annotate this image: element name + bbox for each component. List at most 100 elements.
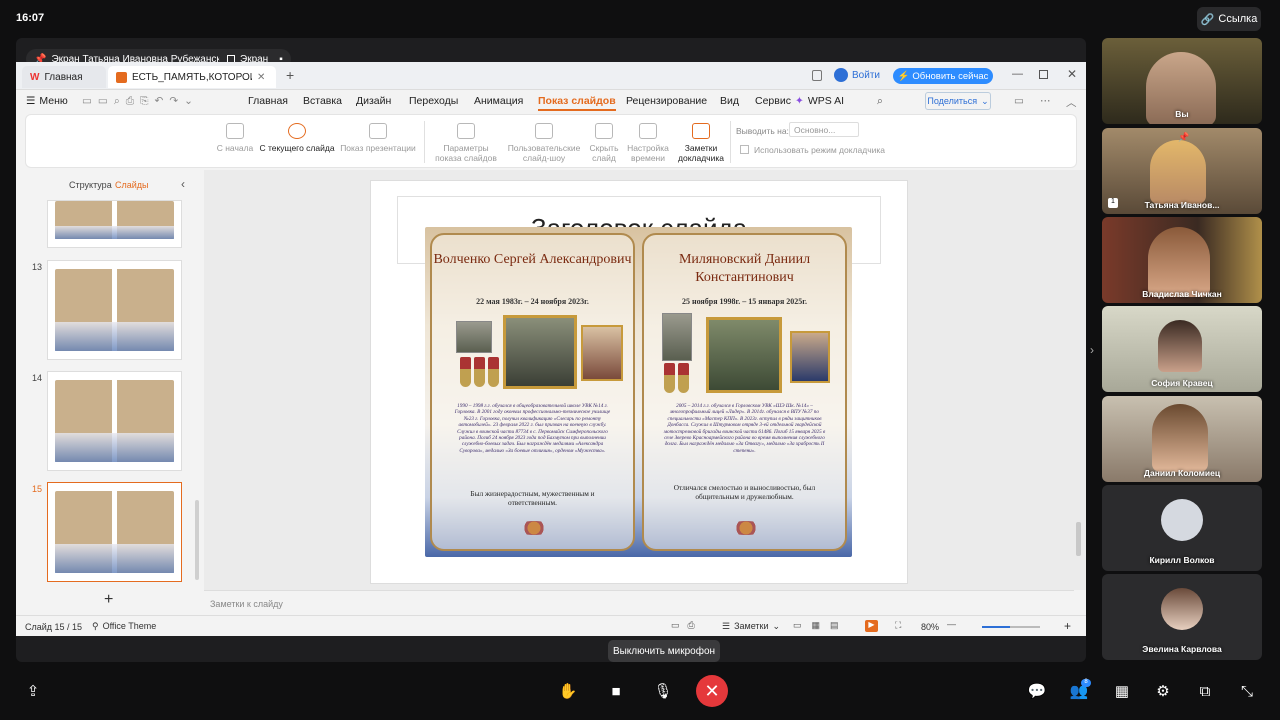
- menu-button[interactable]: ☰ Меню: [26, 95, 68, 107]
- panel-scrollbar[interactable]: [195, 500, 199, 580]
- ribbon-tab-animation[interactable]: Анимация: [474, 95, 523, 107]
- ribbon-tab-design[interactable]: Дизайн: [356, 95, 391, 107]
- tab-document-label: ЕСТЬ_ПАМЯТЬ,КОТОРОЙ_НЕ_: [132, 71, 252, 83]
- participant-name: Кирилл Волков: [1149, 555, 1215, 565]
- wps-logo-icon: W: [30, 71, 40, 83]
- tab-document[interactable]: ЕСТЬ_ПАМЯТЬ,КОТОРОЙ_НЕ_ ✕: [108, 66, 276, 88]
- canvas-scrollbar[interactable]: [1076, 522, 1081, 556]
- show-presentation-button[interactable]: Показ презентации: [338, 123, 418, 153]
- fit-window-icon[interactable]: ⛶: [895, 620, 901, 631]
- clock: 16:07: [16, 12, 45, 24]
- from-current-button[interactable]: С текущего слайда: [259, 123, 335, 153]
- end-call-button[interactable]: ✕: [696, 675, 728, 707]
- wps-ai-button[interactable]: ✦ WPS AI: [795, 95, 844, 107]
- add-slide-button[interactable]: +: [104, 591, 113, 609]
- zoom-out-icon[interactable]: —: [947, 619, 956, 629]
- zoom-slider[interactable]: [982, 626, 1040, 628]
- ribbon-tab-home[interactable]: Главная: [248, 95, 288, 107]
- minimize-button[interactable]: —: [1012, 68, 1023, 80]
- slideshow-settings-button[interactable]: Параметры показа слайдов: [430, 123, 502, 163]
- raise-hand-icon[interactable]: ✋: [557, 682, 579, 700]
- slide-thumbnail-15[interactable]: [47, 482, 182, 582]
- participant-name: Даниил Коломиец: [1143, 468, 1221, 478]
- slide-thumbnail-14[interactable]: [47, 371, 182, 471]
- chat-icon[interactable]: 💬: [1026, 682, 1048, 700]
- custom-show-button[interactable]: Пользовательские слайд-шоу: [506, 123, 582, 163]
- close-tab-icon[interactable]: ✕: [257, 72, 265, 83]
- output-label: Выводить на:: [736, 126, 789, 136]
- grid-layout-icon[interactable]: ▦: [1111, 682, 1133, 700]
- notes-field[interactable]: Заметки к слайду: [204, 590, 1074, 615]
- comment-icon[interactable]: ▭: [1014, 95, 1024, 107]
- collapse-panel-icon[interactable]: ‹: [181, 177, 185, 191]
- timing-button[interactable]: Настройка времени: [625, 123, 671, 163]
- play-slideshow-icon[interactable]: ▶: [865, 620, 878, 632]
- show-presentation-label: Показ презентации: [340, 143, 416, 153]
- participant-name: Эвелина Карвлова: [1142, 644, 1222, 654]
- ribbon-tab-slideshow[interactable]: Показ слайдов: [538, 95, 616, 111]
- picture-in-picture-icon[interactable]: ⧉: [1194, 682, 1216, 700]
- camera-icon[interactable]: ■: [605, 682, 627, 700]
- settings-gear-icon[interactable]: ⚙: [1152, 682, 1174, 700]
- ribbon-tab-view[interactable]: Вид: [720, 95, 739, 107]
- update-now-button[interactable]: ⚡ Обновить сейчас: [893, 68, 993, 84]
- more-icon[interactable]: ⋯: [1040, 95, 1051, 107]
- view-mode-icons[interactable]: ▭▦▤: [793, 620, 849, 631]
- copy-link-button[interactable]: 🔗 Ссылка: [1197, 7, 1261, 31]
- speaker-notes-button[interactable]: Заметки докладчика: [676, 123, 726, 163]
- notes-lines-icon: ☰: [722, 621, 731, 631]
- collapse-ribbon-icon[interactable]: ︿: [1066, 95, 1077, 110]
- poster-right-main-photo: [706, 317, 782, 393]
- close-window-button[interactable]: ✕: [1067, 67, 1077, 81]
- zoom-level[interactable]: 80%: [921, 622, 939, 632]
- poster-right-small-photo: [662, 313, 692, 361]
- presenter-mode-checkbox[interactable]: [740, 145, 749, 154]
- notes-toggle-label: Заметки: [734, 621, 769, 631]
- ribbon-tab-transitions[interactable]: Переходы: [409, 95, 458, 107]
- login-link[interactable]: Войти: [852, 70, 880, 81]
- chevron-down-icon: ⌄: [981, 95, 989, 106]
- tab-structure[interactable]: Структура: [69, 180, 112, 190]
- microphone-icon[interactable]: 🎙: [652, 682, 674, 700]
- participant-tile[interactable]: Даниил Коломиец: [1102, 396, 1262, 482]
- slide-thumbnail-12[interactable]: [47, 200, 182, 248]
- share-screen-icon[interactable]: ⇪: [22, 682, 44, 700]
- expand-panel-icon[interactable]: ›: [1090, 343, 1094, 357]
- minimize-icon[interactable]: ⤡: [1236, 682, 1258, 700]
- zoom-in-icon[interactable]: +: [1064, 619, 1071, 633]
- presenter-mode-label: Использовать режим докладчика: [754, 145, 886, 155]
- theme-indicator[interactable]: ⚲ Office Theme: [92, 621, 156, 632]
- window-mode-icon[interactable]: [812, 70, 822, 81]
- participant-tile[interactable]: Эвелина Карвлова: [1102, 574, 1262, 660]
- participant-tile-presenter[interactable]: 1 📌 Татьяна Иванов...: [1102, 128, 1262, 214]
- slide-number-13: 13: [32, 262, 43, 272]
- participant-tile-self[interactable]: Вы: [1102, 38, 1262, 124]
- tab-slides[interactable]: Слайды: [115, 180, 149, 190]
- tab-home[interactable]: W Главная: [22, 66, 106, 88]
- search-icon[interactable]: ⌕: [877, 95, 883, 108]
- participant-name: София Кравец: [1151, 378, 1213, 388]
- output-select[interactable]: Основно...: [789, 122, 859, 137]
- ribbon-tab-tools[interactable]: Сервис: [755, 95, 791, 107]
- new-tab-button[interactable]: +: [286, 67, 294, 83]
- ribbon-tab-insert[interactable]: Вставка: [303, 95, 342, 107]
- participant-video: [1152, 404, 1208, 472]
- restore-button[interactable]: [1039, 70, 1048, 79]
- hide-slide-button[interactable]: Скрыть слайд: [587, 123, 621, 163]
- ribbon-panel: С начала С текущего слайда Показ презент…: [25, 114, 1077, 168]
- participant-tile[interactable]: Владислав Чичкан: [1102, 217, 1262, 303]
- status-view-icons[interactable]: ▭⎙: [671, 620, 703, 631]
- poster-right-bio: 2005 – 2014 г.г. обучался в Горловском У…: [663, 403, 826, 454]
- notes-toggle[interactable]: ☰ Заметки ⌄: [722, 621, 780, 632]
- participant-tile[interactable]: София Кравец: [1102, 306, 1262, 392]
- slide-thumbnail-13[interactable]: [47, 260, 182, 360]
- link-icon: 🔗: [1200, 13, 1215, 26]
- share-doc-button[interactable]: Поделиться ⌄: [925, 92, 991, 110]
- hide-slide-label: Скрыть слайд: [589, 143, 619, 163]
- from-start-button[interactable]: С начала: [213, 123, 257, 153]
- slides-panel: Структура Слайды ‹ 13 14 15 +: [16, 170, 203, 614]
- pin-icon[interactable]: 📌: [1178, 132, 1189, 143]
- ribbon-tab-review[interactable]: Рецензирование: [626, 95, 707, 107]
- quick-access-icons[interactable]: ▭▭⌕⎙⎘↶↷⌄: [82, 95, 199, 108]
- participant-tile[interactable]: Кирилл Волков: [1102, 485, 1262, 571]
